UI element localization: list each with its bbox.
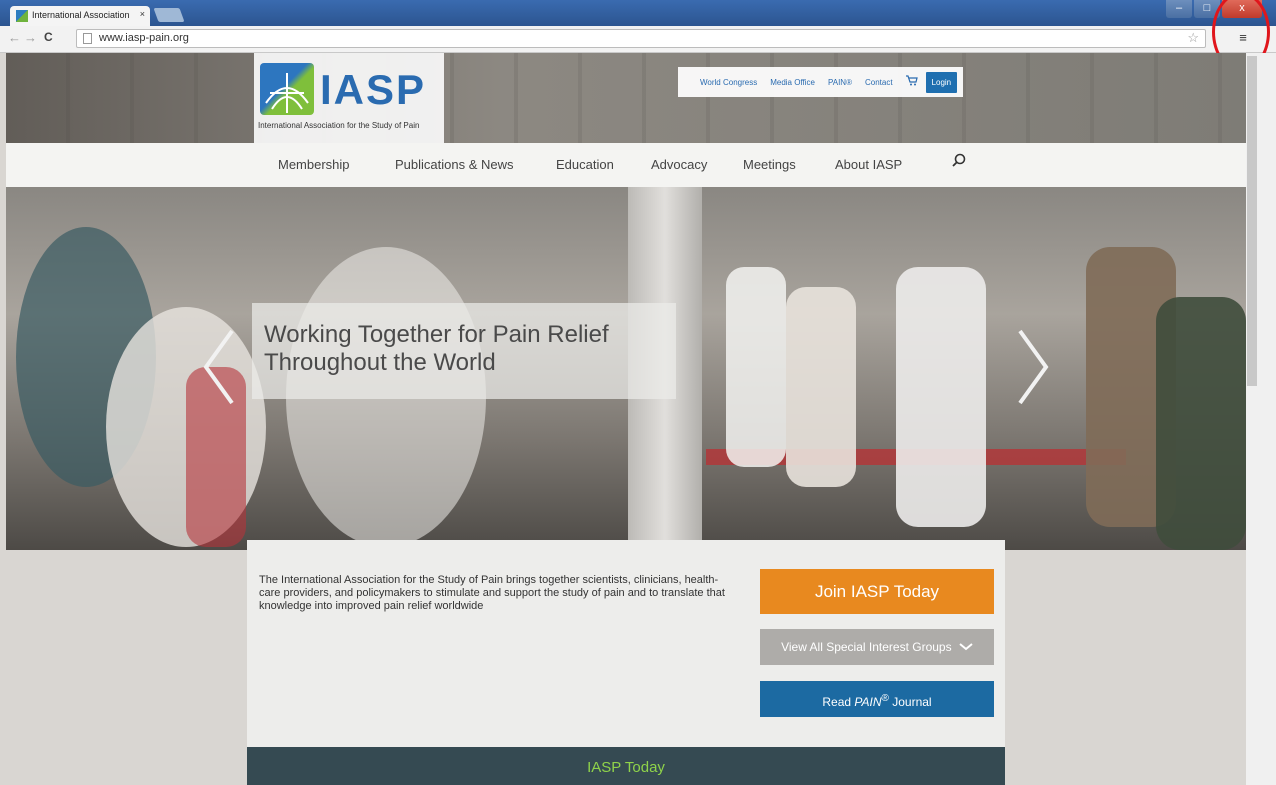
favicon-icon <box>16 10 28 22</box>
web-page: IASP International Association for the S… <box>6 53 1246 785</box>
hero-caption-line: Throughout the World <box>264 349 496 376</box>
utility-link-media-office[interactable]: Media Office <box>770 78 815 87</box>
new-tab-button[interactable] <box>153 8 185 22</box>
iasp-today-section: IASP Today <box>247 747 1005 785</box>
bookmark-star-icon[interactable]: ☆ <box>1187 30 1199 46</box>
login-button[interactable]: Login <box>925 71 958 93</box>
utility-link-contact[interactable]: Contact <box>865 78 893 87</box>
sig-button-label: View All Special Interest Groups <box>781 640 952 654</box>
reload-icon[interactable]: C <box>44 30 53 44</box>
join-iasp-button[interactable]: Join IASP Today <box>760 569 994 614</box>
read-pain-journal-button[interactable]: Read PAIN® Journal <box>760 681 994 717</box>
registered-mark: ® <box>881 693 889 704</box>
read-label-journal-name: PAIN <box>854 695 882 709</box>
read-label-post: Journal <box>888 695 932 709</box>
hero-caption: Working Together for Pain Relief Through… <box>252 303 676 399</box>
nav-item-meetings[interactable]: Meetings <box>743 157 796 172</box>
page-icon <box>83 33 92 44</box>
header-background <box>6 53 1246 143</box>
hero-caption-line: Working Together for Pain Relief <box>264 321 609 348</box>
hero-photo-figure <box>726 267 786 467</box>
tab-title: International Association <box>32 10 130 20</box>
browser-tab[interactable]: International Association × <box>10 6 150 26</box>
iasp-today-title: IASP Today <box>587 759 665 776</box>
tab-close-icon[interactable]: × <box>140 9 145 19</box>
special-interest-groups-button[interactable]: View All Special Interest Groups <box>760 629 994 665</box>
hero-photo-figure <box>1156 297 1246 550</box>
cart-icon[interactable] <box>905 75 918 89</box>
globe-logo-icon <box>260 63 314 115</box>
main-nav: Membership Publications & News Education… <box>6 143 1246 187</box>
minimize-button[interactable]: – <box>1166 0 1192 18</box>
mission-statement: The International Association for the St… <box>259 574 725 612</box>
slider-next-icon[interactable] <box>1012 327 1052 407</box>
browser-toolbar: ← → C www.iasp-pain.org ☆ <box>0 26 1276 53</box>
hero-slider[interactable]: Working Together for Pain Relief Through… <box>6 187 1246 550</box>
nav-item-education[interactable]: Education <box>556 157 614 172</box>
address-bar-url: www.iasp-pain.org <box>99 32 189 44</box>
read-label-pre: Read <box>822 695 855 709</box>
utility-link-world-congress[interactable]: World Congress <box>700 78 757 87</box>
browser-titlebar: International Association × – □ x <box>0 0 1276 26</box>
nav-item-membership[interactable]: Membership <box>278 157 350 172</box>
nav-item-advocacy[interactable]: Advocacy <box>651 157 707 172</box>
nav-item-about-iasp[interactable]: About IASP <box>835 157 902 172</box>
logo-wordmark: IASP <box>320 66 427 113</box>
utility-link-pain[interactable]: PAIN® <box>828 78 852 87</box>
hero-photo-figure <box>786 287 856 487</box>
content-panel: The International Association for the St… <box>247 540 1005 785</box>
back-arrow-icon[interactable]: ← <box>8 30 21 45</box>
forward-arrow-icon[interactable]: → <box>24 30 37 45</box>
logo-tagline: International Association for the Study … <box>258 121 420 130</box>
utility-nav: World Congress Media Office PAIN® Contac… <box>678 67 964 97</box>
nav-item-publications-news[interactable]: Publications & News <box>395 157 514 172</box>
site-logo[interactable]: IASP International Association for the S… <box>254 53 444 143</box>
address-bar[interactable]: www.iasp-pain.org ☆ <box>76 29 1206 48</box>
search-icon[interactable] <box>952 153 966 167</box>
hero-photo-figure <box>896 267 986 527</box>
slider-prev-icon[interactable] <box>200 327 240 407</box>
chevron-down-icon <box>955 640 973 654</box>
scrollbar-thumb[interactable] <box>1247 56 1257 386</box>
